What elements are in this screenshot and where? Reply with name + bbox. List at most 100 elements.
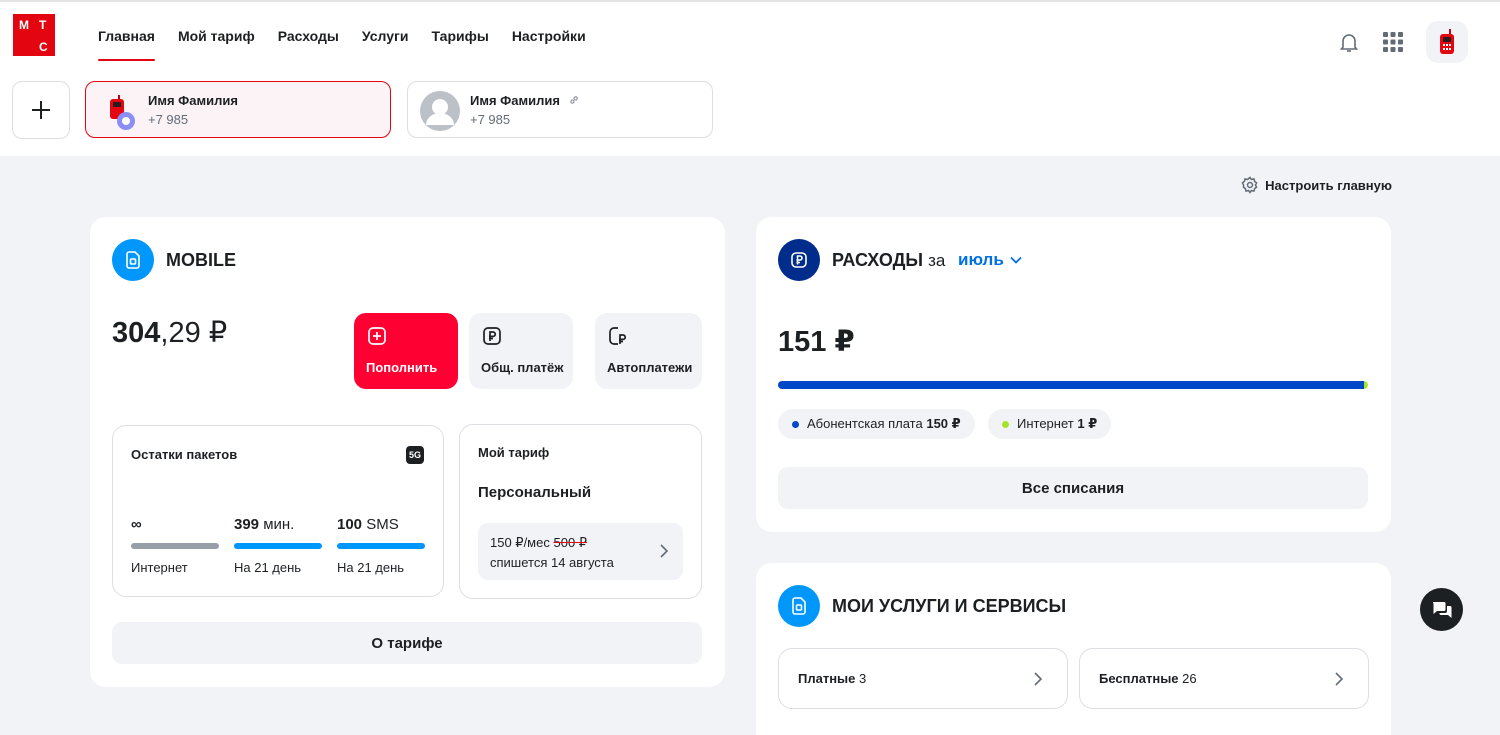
expense-chip-internet[interactable]: Интернет 1 ₽ — [988, 409, 1112, 439]
ruble-square-icon — [483, 327, 501, 345]
balance-amount: 304,29 ₽ — [112, 315, 227, 350]
ruble-icon — [778, 239, 820, 281]
account-name: Имя Фамилия — [148, 93, 238, 108]
gear-icon — [1241, 176, 1258, 194]
free-services-button[interactable]: Бесплатные 26 — [1079, 648, 1369, 709]
tariff-old-price: 500 ₽ — [553, 535, 588, 550]
link-icon — [569, 96, 578, 104]
account-name-text: Имя Фамилия — [470, 93, 560, 108]
autopay-button[interactable]: Автоплатежи — [595, 313, 702, 389]
balance-frac: ,29 ₽ — [160, 317, 228, 349]
package-caption: Интернет — [131, 560, 188, 575]
package-bar — [131, 543, 219, 549]
tariff-price-line: 150 ₽/мес 500 ₽ — [490, 535, 587, 551]
package-internet: ∞ Интернет — [131, 516, 219, 575]
package-minutes: 399 мин. На 21 день — [234, 516, 322, 575]
top-up-button[interactable]: Пополнить — [354, 313, 458, 389]
package-value-num: ∞ — [131, 516, 142, 533]
nav-item-settings[interactable]: Настройки — [512, 28, 586, 61]
apps-grid-icon[interactable] — [1382, 31, 1404, 53]
customize-label: Настроить главную — [1265, 177, 1392, 193]
svc-label: Платные 3 — [798, 671, 866, 686]
nav-item-services[interactable]: Услуги — [362, 28, 409, 61]
autopay-icon — [609, 327, 627, 345]
red-phone-icon — [110, 95, 135, 130]
dot-icon — [1002, 420, 1009, 428]
shared-payment-label: Общ. платёж — [481, 360, 564, 375]
top-up-label: Пополнить — [366, 360, 438, 375]
package-sms: 100 SMS На 21 день — [337, 516, 425, 575]
package-value: 399 мин. — [234, 516, 322, 536]
package-caption: На 21 день — [234, 560, 302, 575]
expenses-bar-segment-subscription — [778, 381, 1364, 389]
chip-amount: 150 ₽ — [926, 416, 961, 431]
top-header: М Т С Главная Мой тариф Расходы Услуги Т… — [0, 0, 1500, 156]
chevron-down-icon — [1010, 256, 1022, 264]
about-tariff-button[interactable]: О тарифе — [112, 622, 702, 664]
all-charges-button[interactable]: Все списания — [778, 467, 1368, 509]
account-name: Имя Фамилия — [470, 93, 580, 108]
expense-chip-subscription[interactable]: Абонентская плата 150 ₽ — [778, 409, 975, 439]
sim-card-icon — [112, 239, 154, 281]
plus-icon — [32, 101, 50, 119]
bell-icon[interactable] — [1338, 31, 1360, 53]
packages-card[interactable]: Остатки пакетов 5G ∞ Интернет 399 мин. Н… — [112, 425, 444, 597]
logo-letter: М — [19, 18, 29, 32]
chevron-right-icon — [1034, 672, 1043, 686]
services-card: МОИ УСЛУГИ И СЕРВИСЫ Платные 3 Бесплатны… — [756, 563, 1391, 735]
nav-item-my-tariff[interactable]: Мой тариф — [178, 28, 255, 61]
paid-services-button[interactable]: Платные 3 — [778, 648, 1068, 709]
autopay-label: Автоплатежи — [607, 360, 693, 375]
tariff-price-box[interactable]: 150 ₽/мес 500 ₽ спишется 14 августа — [478, 523, 683, 580]
customize-home-link[interactable]: Настроить главную — [1241, 176, 1392, 194]
package-value: ∞ — [131, 516, 219, 536]
package-unit: мин. — [259, 516, 295, 533]
chevron-right-icon — [1335, 672, 1344, 686]
package-unit: SMS — [362, 516, 399, 533]
package-caption: На 21 день — [337, 560, 405, 575]
package-bar — [234, 543, 322, 549]
nav-item-home[interactable]: Главная — [98, 28, 155, 61]
chat-icon — [1432, 601, 1451, 618]
chip-text: Интернет 1 ₽ — [1017, 416, 1097, 432]
main-nav: Главная Мой тариф Расходы Услуги Тарифы … — [98, 28, 586, 61]
package-value: 100 SMS — [337, 516, 425, 536]
account-phone: +7 985 — [470, 112, 511, 127]
account-card[interactable]: Имя Фамилия +7 985 — [407, 81, 713, 138]
chip-text: Абонентская плата 150 ₽ — [807, 416, 961, 432]
expenses-card: РАСХОДЫ за июль 151 ₽ Абонентская плата … — [756, 217, 1391, 532]
nav-item-tariffs[interactable]: Тарифы — [431, 28, 488, 61]
svc-count: 26 — [1182, 671, 1197, 686]
chip-amount: 1 ₽ — [1077, 416, 1098, 431]
chevron-right-icon — [660, 544, 669, 558]
mobile-card: MOBILE 304,29 ₽ Пополнить Общ. платёж Ав… — [90, 217, 725, 687]
mts-logo[interactable]: М Т С — [13, 14, 55, 56]
person-placeholder-icon — [420, 91, 460, 131]
services-title: МОИ УСЛУГИ И СЕРВИСЫ — [832, 596, 1067, 616]
expenses-bar-segment-internet — [1363, 381, 1368, 389]
plus-square-icon — [368, 327, 386, 345]
add-account-button[interactable] — [12, 81, 70, 139]
tariff-card[interactable]: Мой тариф Персональный 150 ₽/мес 500 ₽ с… — [459, 424, 702, 599]
period-value: июль — [958, 250, 1004, 269]
balance-int: 304 — [112, 317, 161, 349]
tariff-title: Мой тариф — [478, 445, 550, 460]
chat-support-button[interactable] — [1420, 588, 1463, 631]
logo-letter: С — [39, 40, 48, 54]
account-phone: +7 985 — [148, 112, 189, 127]
packages-title: Остатки пакетов — [131, 447, 238, 462]
account-card-active[interactable]: Имя Фамилия +7 985 — [85, 81, 391, 138]
period-dropdown[interactable]: июль — [958, 250, 1022, 270]
profile-avatar-button[interactable] — [1426, 21, 1468, 63]
shared-payment-button[interactable]: Общ. платёж — [469, 313, 573, 389]
expenses-total: 151 ₽ — [778, 326, 855, 358]
tariff-charge-note: спишется 14 августа — [490, 555, 614, 570]
header-actions — [1338, 21, 1468, 63]
package-value-num: 100 — [337, 516, 363, 533]
nav-item-expenses[interactable]: Расходы — [278, 28, 339, 61]
chip-label: Абонентская плата — [807, 416, 923, 431]
svc-name: Бесплатные — [1099, 671, 1179, 686]
chip-label: Интернет — [1017, 416, 1074, 431]
mobile-title: MOBILE — [166, 250, 236, 270]
phone-avatar-icon — [1440, 29, 1454, 54]
